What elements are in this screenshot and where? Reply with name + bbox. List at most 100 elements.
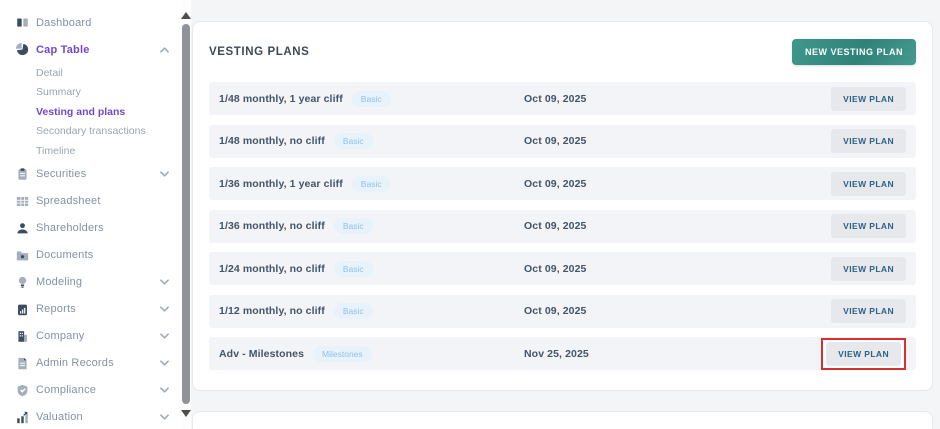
sidebar-item-label: Modeling [36, 276, 83, 288]
sidebar-item-summary[interactable]: Summary [0, 83, 181, 103]
plan-name: 1/48 monthly, 1 year cliff [219, 92, 343, 105]
securities-icon [16, 167, 29, 181]
cap-table-icon [16, 43, 29, 56]
chevron-down-icon [160, 333, 169, 339]
sidebar-item-label: Spreadsheet [36, 195, 101, 207]
spreadsheet-icon [16, 195, 29, 208]
sidebar-item-compliance[interactable]: Compliance [0, 377, 181, 404]
sidebar-subitem-label: Secondary transactions [36, 125, 146, 138]
plan-name-cell: 1/12 monthly, no cliff Basic [219, 303, 524, 319]
sidebar-item-detail[interactable]: Detail [0, 63, 181, 83]
sidebar-item-company[interactable]: Company [0, 323, 181, 350]
sidebar-item-modeling[interactable]: Modeling [0, 269, 181, 296]
view-plan-button[interactable]: VIEW PLAN [831, 256, 906, 281]
sidebar-item-admin-records[interactable]: Admin Records [0, 350, 181, 377]
vesting-plan-row: 1/48 monthly, no cliff Basic Oct 09, 202… [209, 124, 916, 158]
sidebar-item-reports[interactable]: Reports [0, 296, 181, 323]
scroll-down-arrow[interactable] [181, 410, 191, 417]
sidebar-item-documents[interactable]: Documents [0, 242, 181, 269]
sidebar-item-label: Admin Records [36, 357, 114, 369]
valuation-icon [16, 411, 29, 424]
plan-type-badge: Basic [333, 303, 373, 319]
view-plan-button[interactable]: VIEW PLAN [826, 341, 901, 366]
sidebar-item-label: Securities [36, 168, 87, 180]
plan-name-cell: Adv - Milestones Milestones [219, 345, 524, 362]
main-content: VESTING PLANS NEW VESTING PLAN 1/48 mont… [191, 0, 940, 429]
plan-name: 1/24 monthly, no cliff [219, 262, 325, 275]
sidebar-item-shareholders[interactable]: Shareholders [0, 215, 181, 242]
view-plan-button[interactable]: VIEW PLAN [831, 129, 906, 153]
plan-date: Oct 09, 2025 [524, 92, 587, 105]
sidebar-item-label: Shareholders [36, 222, 104, 234]
plan-type-badge: Basic [333, 133, 373, 149]
chevron-down-icon [160, 360, 169, 366]
new-vesting-plan-button[interactable]: NEW VESTING PLAN [791, 39, 916, 65]
view-plan-button[interactable]: VIEW PLAN [831, 214, 906, 238]
vesting-plan-row: 1/48 monthly, 1 year cliff Basic Oct 09,… [209, 82, 916, 115]
sidebar-item-secondary-transactions[interactable]: Secondary transactions [0, 122, 181, 142]
plan-name-cell: 1/36 monthly, 1 year cliff Basic [219, 175, 524, 192]
vesting-plan-row: Adv - Milestones Milestones Nov 25, 2025… [209, 337, 916, 370]
view-plan-button[interactable]: VIEW PLAN [831, 299, 906, 323]
plan-date: Oct 09, 2025 [524, 135, 587, 147]
vesting-plan-row: 1/12 monthly, no cliff Basic Oct 09, 202… [209, 294, 916, 328]
sidebar-item-spreadsheet[interactable]: Spreadsheet [0, 188, 181, 215]
sidebar-subitem-label: Vesting and plans [36, 105, 126, 118]
plan-type-badge: Basic [351, 90, 391, 107]
scrollbar-thumb[interactable] [182, 24, 190, 404]
sidebar-item-label: Documents [36, 249, 94, 261]
view-plan-button[interactable]: VIEW PLAN [831, 171, 906, 196]
sidebar-item-label: Compliance [36, 384, 97, 396]
company-icon [16, 330, 29, 343]
sidebar-subitem-label: Timeline [36, 144, 76, 157]
plan-name-cell: 1/36 monthly, no cliff Basic [219, 218, 524, 234]
annotation-highlight-box: VIEW PLAN [821, 337, 906, 370]
plan-type-badge: Milestones [313, 345, 372, 362]
sidebar-subitem-label: Detail [36, 66, 63, 79]
sidebar-item-timeline[interactable]: Timeline [0, 141, 181, 161]
plan-name-cell: 1/48 monthly, no cliff Basic [219, 133, 524, 149]
shareholders-icon [16, 222, 29, 235]
vesting-plan-row: 1/36 monthly, no cliff Basic Oct 09, 202… [209, 209, 916, 243]
sidebar-item-label: Cap Table [36, 43, 90, 56]
sidebar-item-cap-table[interactable]: Cap Table [0, 36, 181, 63]
plan-date: Nov 25, 2025 [524, 347, 589, 360]
sidebar: Dashboard Cap Table Detail Summary Vesti… [0, 0, 181, 429]
vesting-plans-card: VESTING PLANS NEW VESTING PLAN 1/48 mont… [192, 21, 933, 391]
reports-icon [16, 303, 29, 316]
sidebar-item-dashboard[interactable]: Dashboard [0, 9, 181, 36]
sidebar-subitem-label: Summary [36, 86, 81, 99]
page-scrollbar[interactable] [181, 0, 191, 429]
sidebar-item-label: Company [36, 330, 85, 342]
modeling-icon [16, 276, 29, 289]
plan-name: 1/36 monthly, no cliff [219, 220, 325, 232]
plan-type-badge: Basic [333, 260, 373, 277]
documents-icon [16, 249, 29, 262]
plan-type-badge: Basic [333, 218, 373, 234]
chevron-down-icon [160, 279, 169, 285]
plan-type-badge: Basic [351, 175, 391, 192]
chevron-down-icon [160, 387, 169, 393]
sidebar-item-valuation[interactable]: Valuation [0, 404, 181, 429]
chevron-up-icon [160, 46, 169, 53]
plan-date: Oct 09, 2025 [524, 177, 587, 190]
plan-date: Oct 09, 2025 [524, 305, 587, 317]
chevron-down-icon [160, 306, 169, 312]
dashboard-icon [16, 16, 29, 29]
chevron-down-icon [160, 414, 169, 420]
scroll-up-arrow[interactable] [181, 12, 191, 19]
sidebar-item-securities[interactable]: Securities [0, 161, 181, 188]
view-plan-button[interactable]: VIEW PLAN [831, 86, 906, 111]
vesting-plan-row: 1/24 monthly, no cliff Basic Oct 09, 202… [209, 252, 916, 285]
plan-name: 1/36 monthly, 1 year cliff [219, 177, 343, 190]
card-header: VESTING PLANS NEW VESTING PLAN [209, 22, 916, 82]
plan-date: Oct 09, 2025 [524, 220, 587, 232]
plan-name: 1/48 monthly, no cliff [219, 135, 325, 147]
sidebar-item-vesting-and-plans[interactable]: Vesting and plans [0, 102, 181, 122]
sidebar-item-label: Dashboard [36, 16, 92, 29]
sidebar-item-label: Reports [36, 303, 76, 315]
plan-name-cell: 1/48 monthly, 1 year cliff Basic [219, 90, 524, 107]
chevron-down-icon [160, 171, 169, 177]
plan-name-cell: 1/24 monthly, no cliff Basic [219, 260, 524, 277]
sidebar-item-label: Valuation [36, 411, 83, 423]
